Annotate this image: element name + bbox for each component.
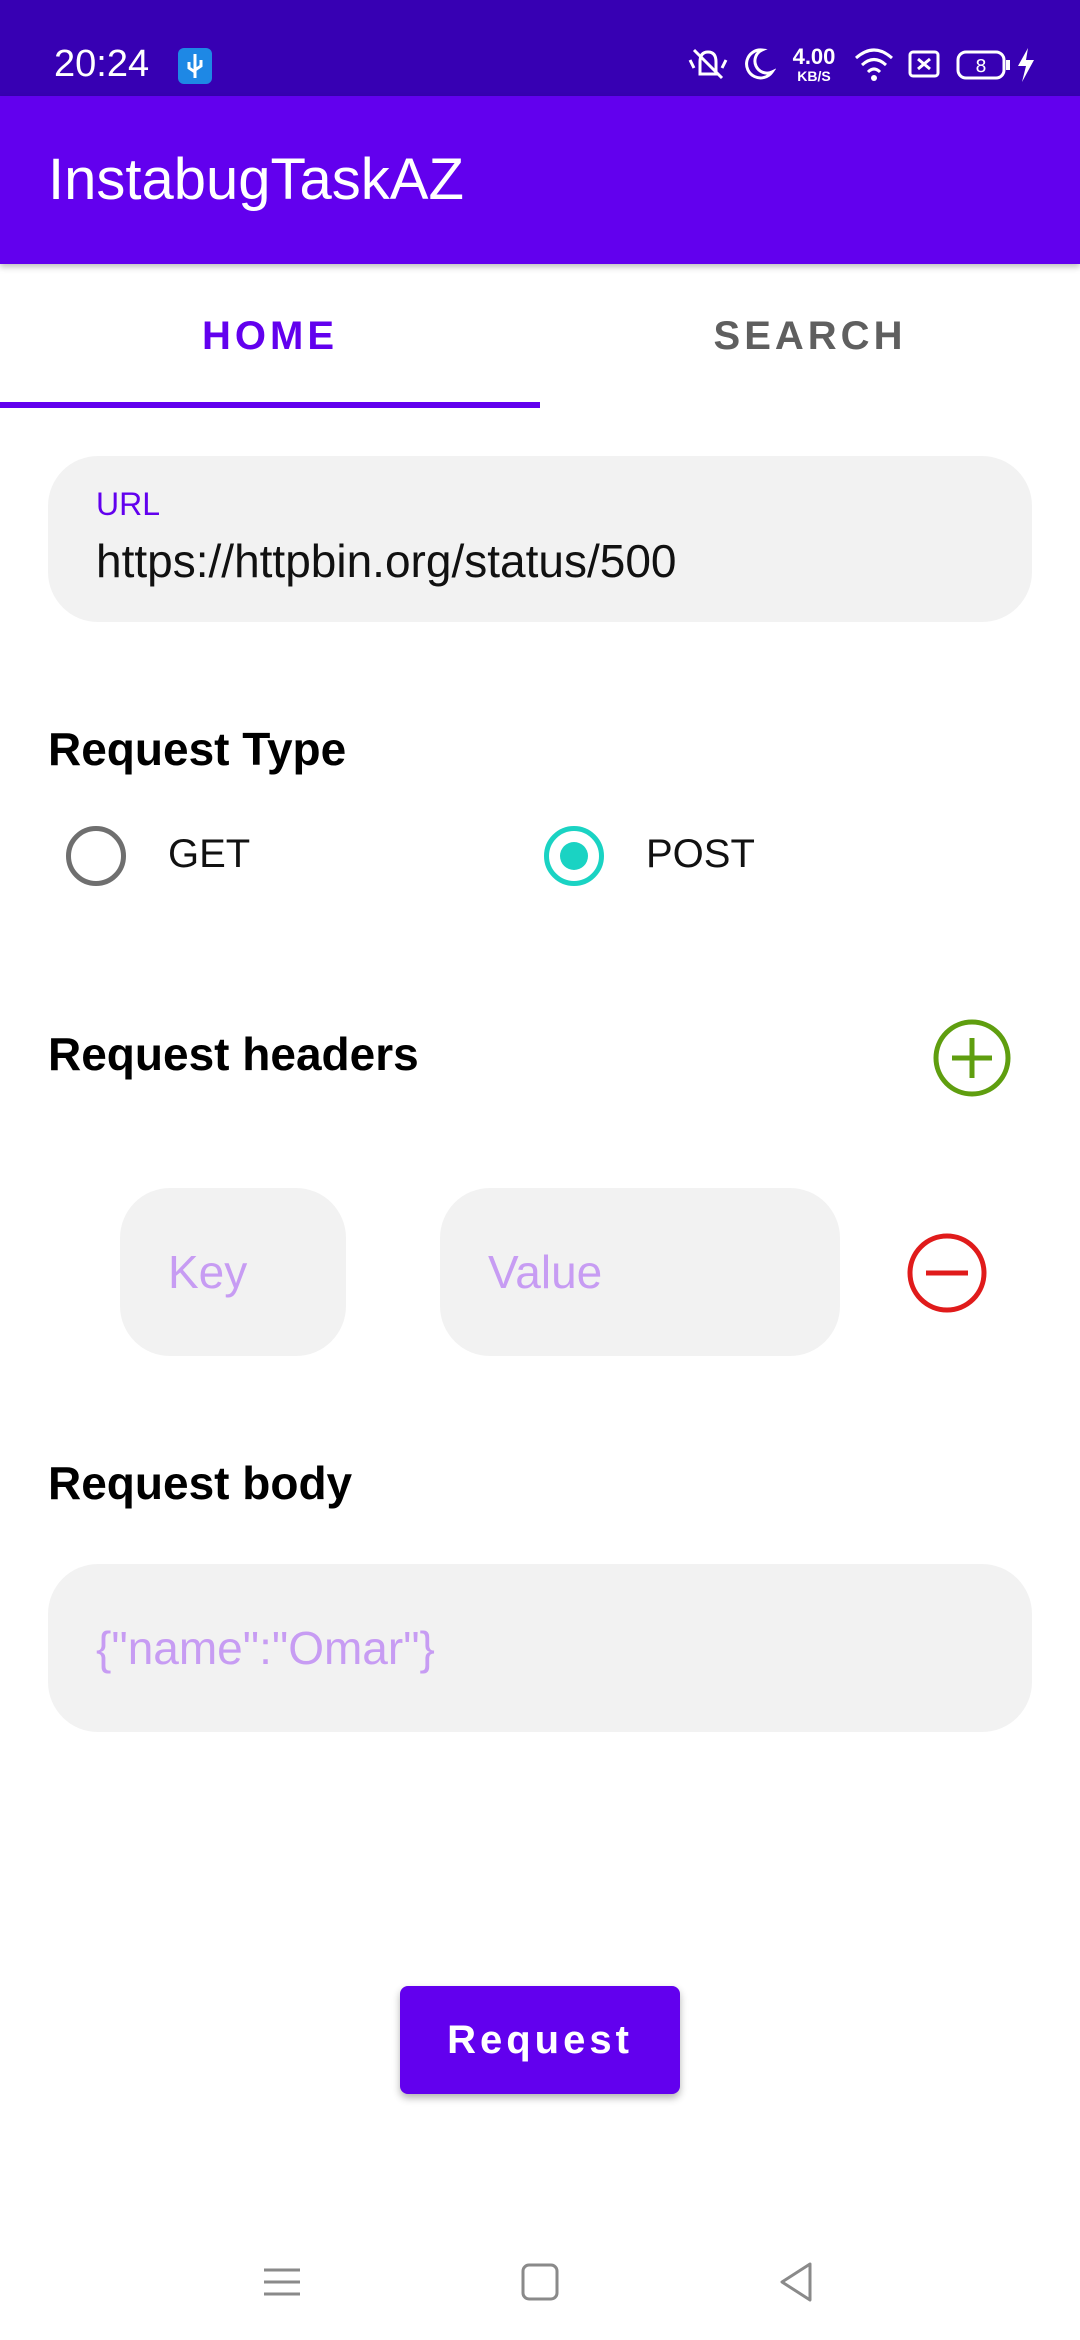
request-button[interactable]: Request (400, 1986, 680, 2094)
header-key-placeholder: Key (168, 1246, 248, 1298)
system-nav-bar (0, 2240, 1080, 2340)
speed-unit: KB/S (797, 68, 831, 84)
close-box-icon (908, 50, 940, 78)
tab-search[interactable]: SEARCH (540, 264, 1080, 408)
remove-circle-icon[interactable] (906, 1232, 988, 1314)
moon-icon (745, 48, 776, 80)
wifi-icon (855, 48, 893, 81)
menu-icon[interactable] (262, 2262, 302, 2302)
request-body-field[interactable]: {"name":"Omar"} (48, 1564, 1032, 1732)
radio-selected-dot (560, 842, 588, 870)
radio-post-label[interactable]: POST (646, 832, 755, 877)
home-icon[interactable] (520, 2262, 560, 2302)
header-value-field[interactable]: Value (440, 1188, 840, 1356)
status-bar: 20:24 4.00 KB/S 8 (0, 0, 1080, 96)
url-value[interactable]: https://httpbin.org/status/500 (96, 534, 676, 588)
tab-indicator (0, 402, 540, 408)
usb-icon (178, 48, 212, 84)
mute-icon (688, 48, 728, 80)
request-body-title: Request body (48, 1457, 353, 1509)
request-type-title: Request Type (48, 723, 347, 775)
url-label: URL (96, 486, 161, 522)
header-value-placeholder: Value (488, 1246, 603, 1298)
status-time: 20:24 (54, 43, 150, 85)
network-speed: 4.00 KB/S (786, 44, 842, 85)
battery-level: 8 (975, 56, 986, 77)
request-headers-title: Request headers (48, 1028, 419, 1080)
request-body-placeholder: {"name":"Omar"} (96, 1622, 435, 1674)
radio-get-label[interactable]: GET (168, 832, 250, 877)
header-key-field[interactable]: Key (120, 1188, 346, 1356)
tab-bar: HOME SEARCH (0, 264, 1080, 408)
app-bar: InstabugTaskAZ (0, 96, 1080, 264)
back-icon[interactable] (776, 2260, 816, 2304)
radio-post[interactable] (544, 826, 604, 886)
battery-icon: 8 (956, 50, 1010, 80)
speed-value: 4.00 (792, 44, 836, 69)
charging-icon (1018, 48, 1034, 82)
url-field[interactable]: URL https://httpbin.org/status/500 (48, 456, 1032, 622)
add-circle-icon[interactable] (932, 1018, 1012, 1098)
radio-get[interactable] (66, 826, 126, 886)
app-title: InstabugTaskAZ (48, 147, 464, 212)
tab-home[interactable]: HOME (0, 264, 540, 408)
